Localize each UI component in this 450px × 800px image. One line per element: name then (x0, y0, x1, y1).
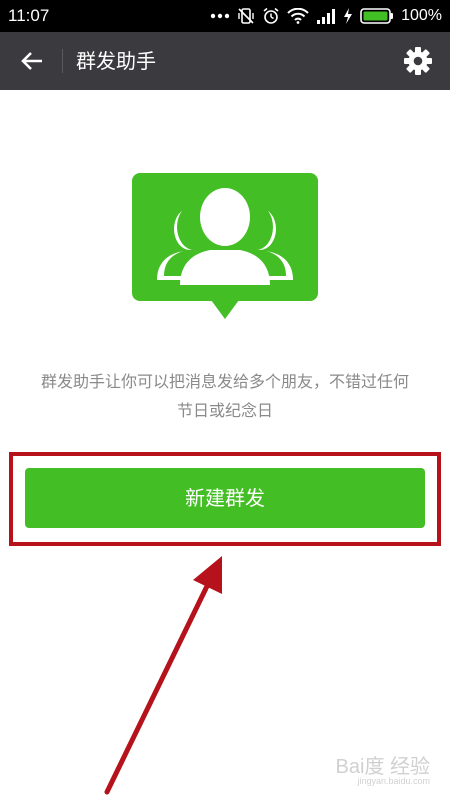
description-line-2: 节日或纪念日 (176, 401, 273, 420)
group-contacts-icon (132, 173, 318, 319)
title-bar: 群发助手 (0, 32, 450, 90)
status-time: 11:07 (8, 6, 50, 25)
page-title: 群发助手 (76, 49, 156, 73)
settings-button[interactable] (400, 43, 436, 79)
status-bar: 11:07 100% (0, 0, 450, 32)
battery-percent: 100% (401, 7, 442, 24)
charging-icon (344, 8, 353, 24)
signal-icon (317, 9, 336, 24)
status-icons: 100% (210, 0, 442, 32)
more-dots-icon (210, 13, 230, 19)
watermark-text: Bai度 经验 (335, 756, 430, 778)
description-text: 群发助手让你可以把消息发给多个朋友，不错过任何 节日或纪念日 (20, 367, 430, 425)
description-line-1: 群发助手让你可以把消息发给多个朋友，不错过任何 (40, 372, 409, 391)
watermark-logo: Bai度 经验 jingyan.baidu.com (336, 750, 430, 786)
back-arrow-icon (21, 52, 42, 70)
vibrate-icon (238, 8, 254, 24)
gear-icon (404, 47, 432, 75)
battery-icon (360, 8, 394, 24)
alarm-icon (263, 7, 279, 24)
header-divider (62, 49, 63, 73)
wifi-icon (287, 8, 309, 24)
back-button[interactable] (12, 41, 52, 81)
new-broadcast-button[interactable]: 新建群发 (25, 468, 425, 528)
